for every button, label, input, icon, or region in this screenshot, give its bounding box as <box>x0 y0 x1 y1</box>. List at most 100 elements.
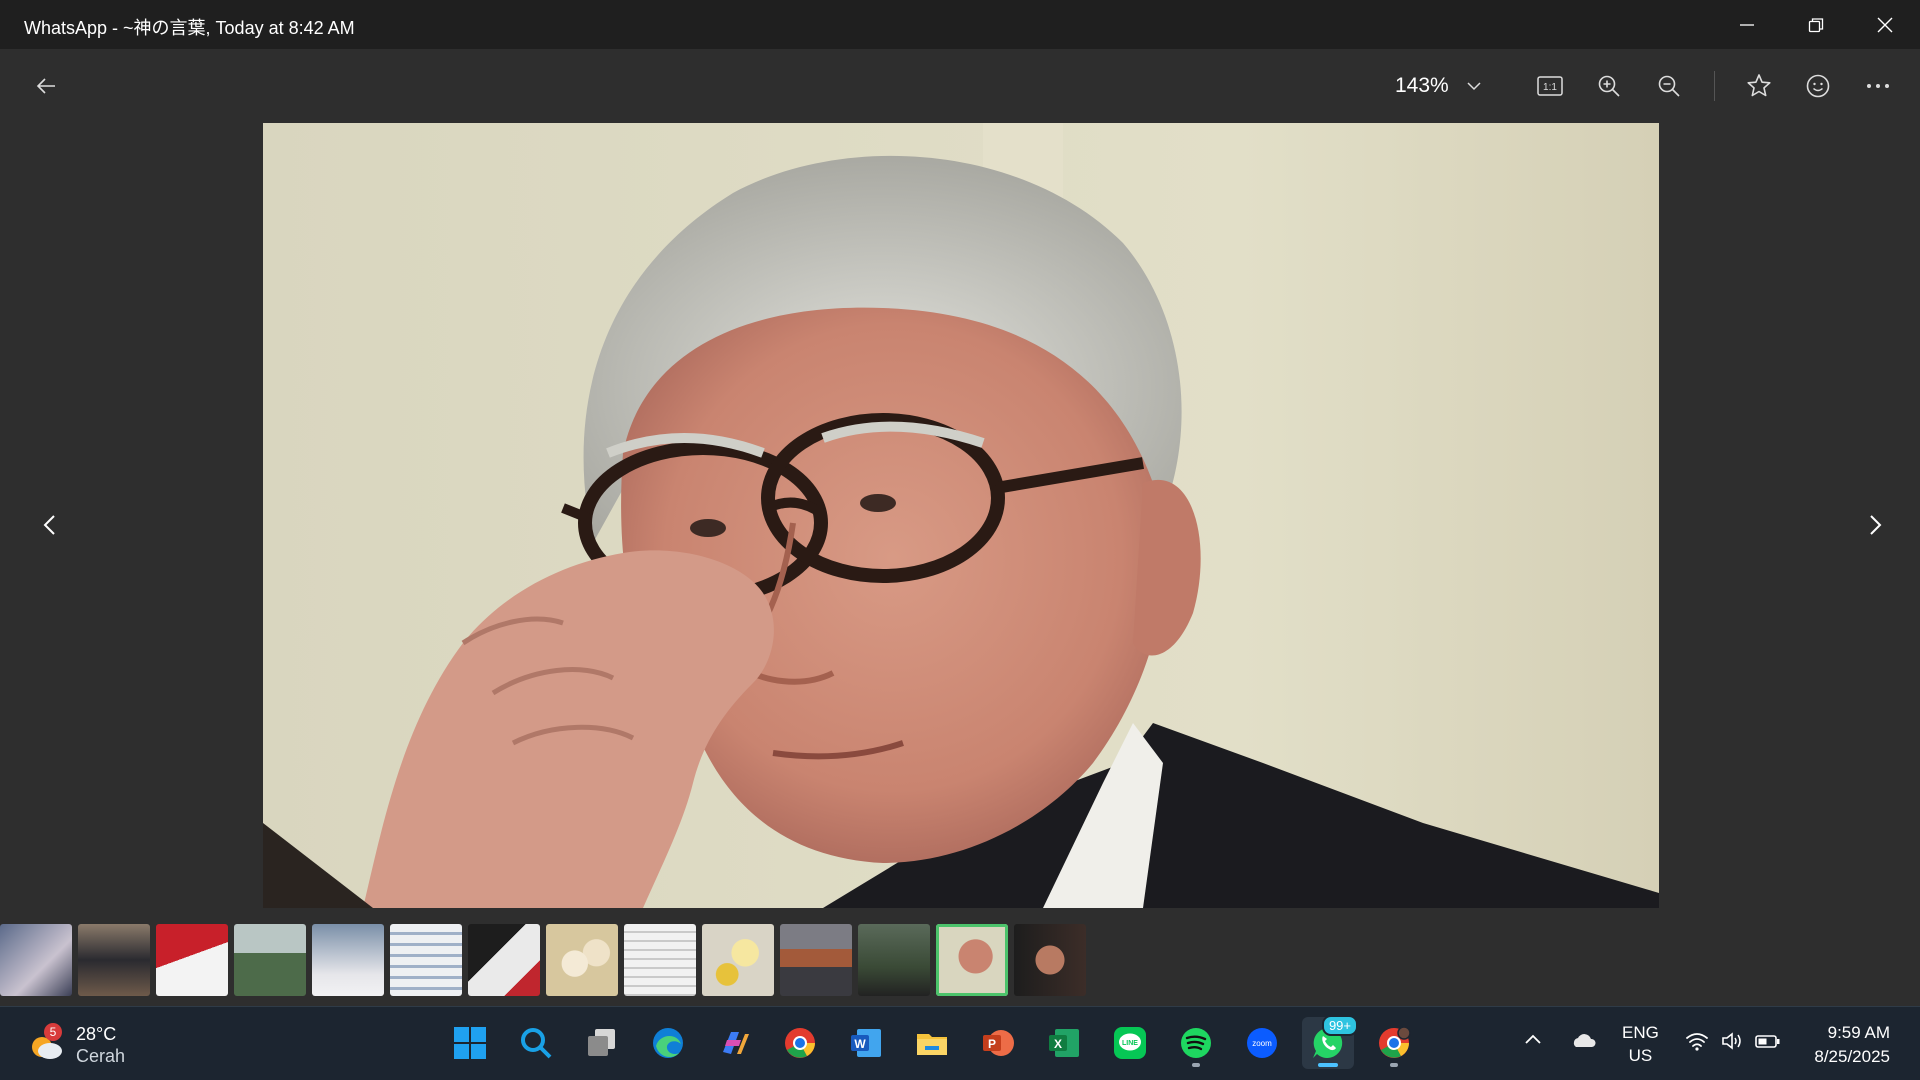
close-button[interactable] <box>1850 0 1919 49</box>
title-bar: WhatsApp - ~神の言葉, Today at 8:42 AM <box>0 0 1920 49</box>
restore-icon <box>1808 17 1823 32</box>
thumbnail[interactable] <box>312 924 384 996</box>
search-button[interactable] <box>510 1017 562 1069</box>
whatsapp-button[interactable]: 99+ <box>1302 1015 1358 1069</box>
favorite-button[interactable] <box>1738 65 1780 107</box>
next-photo-button[interactable] <box>1861 505 1891 545</box>
actual-size-icon: 1:1 <box>1537 76 1563 96</box>
star-icon <box>1747 74 1771 97</box>
spotify-button[interactable] <box>1170 1017 1222 1069</box>
zoom-level: 143% <box>1395 74 1449 97</box>
copilot-button[interactable] <box>708 1017 760 1069</box>
clock-date: 8/25/2025 <box>1814 1047 1890 1066</box>
svg-text:W: W <box>854 1037 866 1051</box>
running-indicator <box>1390 1063 1398 1067</box>
thumbnail[interactable] <box>702 924 774 996</box>
zoom-icon: zoom <box>1247 1028 1277 1058</box>
spotify-icon <box>1181 1028 1211 1058</box>
more-options-button[interactable] <box>1857 65 1899 107</box>
emoji-icon <box>1806 74 1830 98</box>
thumbnail[interactable] <box>624 924 696 996</box>
main-photo <box>263 123 1659 908</box>
task-view-icon <box>588 1029 615 1056</box>
start-button[interactable] <box>444 1017 496 1069</box>
thumbnail-strip <box>0 924 1086 998</box>
svg-text:P: P <box>988 1037 996 1051</box>
viewer-toolbar: 143% 1:1 <box>0 49 1920 122</box>
copilot-icon <box>723 1032 749 1054</box>
clock-time: 9:59 AM <box>1827 1023 1890 1042</box>
file-explorer-button[interactable] <box>906 1017 958 1069</box>
excel-button[interactable]: X <box>1038 1017 1090 1069</box>
back-button[interactable] <box>25 65 67 107</box>
onedrive-button[interactable] <box>1570 1031 1596 1049</box>
actual-size-button[interactable]: 1:1 <box>1529 65 1571 107</box>
previous-photo-button[interactable] <box>34 505 64 545</box>
chevron-down-icon <box>1467 82 1481 91</box>
language-indicator[interactable]: ENG US <box>1622 1021 1659 1067</box>
toolbar-divider <box>1714 71 1715 101</box>
portrait-image <box>263 123 1659 908</box>
volume-icon <box>1722 1032 1741 1050</box>
thumbnail[interactable] <box>858 924 930 996</box>
thumbnail[interactable] <box>156 924 228 996</box>
search-icon <box>521 1028 552 1059</box>
quick-settings-button[interactable] <box>1685 1031 1781 1051</box>
react-button[interactable] <box>1797 65 1839 107</box>
weather-badge: 5 <box>44 1023 62 1041</box>
edge-button[interactable] <box>642 1017 694 1069</box>
word-icon: W <box>851 1029 881 1057</box>
back-arrow-icon <box>36 78 55 94</box>
thumbnail[interactable] <box>390 924 462 996</box>
zoom-button[interactable]: zoom <box>1236 1017 1288 1069</box>
word-button[interactable]: W <box>840 1017 892 1069</box>
actual-size-label: 1:1 <box>1543 82 1557 93</box>
zoom-out-icon <box>1658 75 1680 97</box>
thumbnail[interactable] <box>78 924 150 996</box>
powerpoint-button[interactable]: P <box>972 1017 1024 1069</box>
weather-temp: 28°C <box>76 1024 117 1044</box>
weather-widget[interactable]: 5 28°C Cerah <box>28 1023 125 1067</box>
cloud-icon <box>1573 1034 1596 1047</box>
pinned-apps: W P X LINE zoom 99+ <box>444 1015 1420 1069</box>
edge-icon <box>653 1028 683 1058</box>
taskbar: 5 28°C Cerah W P X LINE zoom 99+ ENG US … <box>0 1006 1920 1080</box>
zoom-dropdown[interactable]: 143% <box>1395 69 1481 103</box>
close-icon <box>1877 17 1892 32</box>
task-view-button[interactable] <box>576 1017 628 1069</box>
running-indicator <box>1192 1063 1200 1067</box>
weather-condition: Cerah <box>76 1046 126 1066</box>
powerpoint-icon: P <box>983 1030 1014 1056</box>
thumbnail[interactable] <box>1014 924 1086 996</box>
thumbnail[interactable] <box>780 924 852 996</box>
zoom-out-button[interactable] <box>1648 65 1690 107</box>
minimize-button[interactable] <box>1712 0 1781 49</box>
thumbnail-selected[interactable] <box>936 924 1008 996</box>
folder-icon <box>917 1034 947 1055</box>
minimize-icon <box>1739 23 1754 26</box>
thumbnail[interactable] <box>234 924 306 996</box>
line-icon: LINE <box>1114 1027 1146 1059</box>
zoom-in-button[interactable] <box>1588 65 1630 107</box>
thumbnail[interactable] <box>468 924 540 996</box>
chrome-icon <box>785 1028 815 1058</box>
show-hidden-icons-button[interactable] <box>1524 1033 1542 1045</box>
line-button[interactable]: LINE <box>1104 1017 1156 1069</box>
chevron-up-icon <box>1525 1034 1541 1044</box>
svg-text:LINE: LINE <box>1122 1040 1138 1047</box>
chevron-left-icon <box>43 515 55 535</box>
svg-text:X: X <box>1054 1037 1062 1051</box>
chrome-profile-button[interactable] <box>1368 1017 1420 1069</box>
language-code: ENG <box>1622 1023 1659 1042</box>
whatsapp-unread-badge: 99+ <box>1321 1015 1358 1036</box>
system-clock[interactable]: 9:59 AM 8/25/2025 <box>1814 1021 1890 1069</box>
wifi-icon <box>1686 1033 1708 1051</box>
thumbnail[interactable] <box>546 924 618 996</box>
more-icon <box>1867 84 1889 88</box>
weather-icon: 5 <box>28 1023 64 1063</box>
thumbnail[interactable] <box>0 924 72 996</box>
restore-button[interactable] <box>1781 0 1850 49</box>
window-title: WhatsApp - ~神の言葉, Today at 8:42 AM <box>24 18 355 38</box>
keyboard-region: US <box>1628 1046 1653 1065</box>
chrome-button[interactable] <box>774 1017 826 1069</box>
